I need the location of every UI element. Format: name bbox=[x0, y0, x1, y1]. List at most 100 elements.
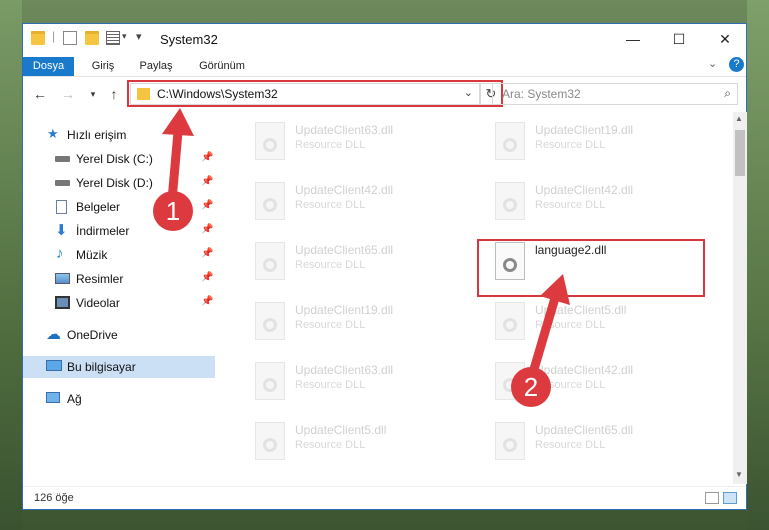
sidebar-item-local-disk-c[interactable]: Yerel Disk (C:) 📌 bbox=[23, 148, 215, 170]
tab-home[interactable]: Giriş bbox=[81, 57, 125, 76]
file-description: Resource DLL bbox=[295, 259, 366, 271]
pin-icon[interactable]: 📌 bbox=[201, 224, 213, 235]
sidebar-item-label: Müzik bbox=[76, 248, 108, 262]
tab-share[interactable]: Paylaş bbox=[131, 57, 181, 76]
dll-file-icon bbox=[255, 182, 285, 220]
pin-icon[interactable]: 📌 bbox=[201, 296, 213, 307]
file-name: UpdateClient42.dll bbox=[295, 183, 394, 197]
scrollbar-thumb[interactable] bbox=[735, 130, 745, 176]
file-list: UpdateClient63.dll Resource DLL UpdateCl… bbox=[219, 112, 733, 484]
sidebar-item-this-pc[interactable]: Bu bilgisayar bbox=[23, 356, 215, 378]
ribbon-tabs: Dosya Giriş Paylaş Görünüm ⌄ ? bbox=[23, 54, 746, 76]
file-item[interactable]: UpdateClient42.dll Resource DLL bbox=[485, 178, 705, 224]
documents-icon bbox=[56, 200, 67, 214]
music-icon: ♪ bbox=[56, 245, 64, 262]
tab-file[interactable]: Dosya bbox=[23, 57, 74, 76]
scroll-down-icon[interactable]: ▼ bbox=[735, 470, 743, 479]
separator: | bbox=[52, 29, 56, 43]
sidebar-item-label: Ağ bbox=[67, 392, 82, 406]
network-icon bbox=[46, 392, 60, 403]
file-description: Resource DLL bbox=[295, 319, 366, 331]
customize-toolbar-icon[interactable]: ▾ bbox=[136, 30, 142, 43]
maximize-button[interactable]: ☐ bbox=[656, 24, 702, 54]
pin-icon[interactable]: 📌 bbox=[201, 272, 213, 283]
callout-2: 2 bbox=[511, 367, 551, 407]
dll-file-icon bbox=[495, 182, 525, 220]
close-button[interactable]: ✕ bbox=[702, 24, 748, 54]
file-name: UpdateClient19.dll bbox=[535, 123, 634, 137]
file-name: UpdateClient19.dll bbox=[295, 303, 394, 317]
properties-icon[interactable] bbox=[63, 31, 77, 45]
sidebar-item-music[interactable]: ♪ Müzik 📌 bbox=[23, 244, 215, 266]
sidebar-item-quick-access[interactable]: ★ Hızlı erişim bbox=[23, 124, 215, 146]
dll-file-icon bbox=[495, 122, 525, 160]
vertical-scrollbar[interactable]: ▲ ▼ bbox=[733, 112, 747, 484]
pin-icon[interactable]: 📌 bbox=[201, 176, 213, 187]
file-name: UpdateClient63.dll bbox=[295, 363, 394, 377]
minimize-button[interactable]: — bbox=[610, 24, 656, 54]
sidebar-item-label: Bu bilgisayar bbox=[67, 360, 136, 374]
sidebar-item-network[interactable]: Ağ bbox=[23, 388, 215, 410]
sidebar-item-label: Belgeler bbox=[76, 200, 121, 214]
up-button[interactable]: ↑ bbox=[104, 85, 124, 103]
search-icon: ⌕ bbox=[724, 86, 731, 100]
title-bar: | ▾ ▾ System32 — ☐ ✕ bbox=[23, 24, 746, 54]
cloud-icon: ☁ bbox=[46, 326, 61, 343]
pin-icon[interactable]: 📌 bbox=[201, 248, 213, 259]
search-input[interactable]: Ara: System32 ⌕ bbox=[492, 83, 738, 105]
sidebar-item-label: Yerel Disk (D:) bbox=[76, 176, 153, 190]
file-item[interactable]: UpdateClient65.dll Resource DLL bbox=[485, 418, 705, 464]
computer-icon bbox=[46, 360, 62, 371]
pin-icon[interactable]: 📌 bbox=[201, 152, 213, 163]
drive-icon bbox=[55, 180, 70, 186]
file-description: Resource DLL bbox=[535, 319, 606, 331]
file-item[interactable]: UpdateClient19.dll Resource DLL bbox=[245, 298, 465, 344]
expand-ribbon-icon[interactable]: ⌄ bbox=[708, 57, 717, 70]
pin-icon[interactable]: 📌 bbox=[201, 200, 213, 211]
sidebar-item-pictures[interactable]: Resimler 📌 bbox=[23, 268, 215, 290]
file-description: Resource DLL bbox=[295, 379, 366, 391]
chevron-down-icon[interactable]: ▾ bbox=[122, 31, 127, 42]
tab-view[interactable]: Görünüm bbox=[191, 57, 253, 76]
file-item[interactable]: UpdateClient19.dll Resource DLL bbox=[485, 118, 705, 164]
file-item[interactable]: UpdateClient5.dll Resource DLL bbox=[245, 418, 465, 464]
file-description: Resource DLL bbox=[535, 199, 606, 211]
recent-locations-icon[interactable]: ▾ bbox=[83, 85, 103, 103]
file-item[interactable]: UpdateClient63.dll Resource DLL bbox=[245, 358, 465, 404]
file-name: UpdateClient65.dll bbox=[535, 423, 634, 437]
sidebar-item-label: İndirmeler bbox=[76, 224, 130, 238]
file-item[interactable]: UpdateClient5.dll Resource DLL bbox=[485, 298, 705, 344]
sidebar-item-label: Hızlı erişim bbox=[67, 128, 127, 142]
sidebar-item-label: Videolar bbox=[76, 296, 120, 310]
large-icons-view-icon[interactable] bbox=[723, 492, 737, 504]
back-button[interactable]: ← bbox=[30, 85, 50, 103]
file-highlight-box bbox=[477, 239, 705, 297]
dll-file-icon bbox=[255, 122, 285, 160]
navigation-pane: ★ Hızlı erişim Yerel Disk (C:) 📌 Yerel D… bbox=[23, 112, 215, 484]
desktop-background-right bbox=[747, 0, 769, 530]
file-item[interactable]: UpdateClient63.dll Resource DLL bbox=[245, 118, 465, 164]
file-description: Resource DLL bbox=[535, 139, 606, 151]
sidebar-item-onedrive[interactable]: ☁ OneDrive bbox=[23, 324, 215, 346]
file-item[interactable]: UpdateClient65.dll Resource DLL bbox=[245, 238, 465, 284]
file-description: Resource DLL bbox=[535, 439, 606, 451]
dll-file-icon bbox=[495, 422, 525, 460]
forward-button[interactable]: → bbox=[58, 85, 78, 103]
download-icon: ⬇ bbox=[55, 222, 68, 239]
view-options-icon[interactable] bbox=[106, 31, 120, 45]
file-name: UpdateClient42.dll bbox=[535, 363, 634, 377]
new-folder-icon[interactable] bbox=[85, 31, 99, 45]
star-icon: ★ bbox=[47, 126, 59, 141]
scroll-up-icon[interactable]: ▲ bbox=[735, 114, 743, 123]
address-highlight-box bbox=[127, 80, 503, 107]
dll-file-icon bbox=[255, 302, 285, 340]
sidebar-item-label: Yerel Disk (C:) bbox=[76, 152, 153, 166]
file-description: Resource DLL bbox=[295, 199, 366, 211]
file-item[interactable]: UpdateClient42.dll Resource DLL bbox=[245, 178, 465, 224]
sidebar-item-videos[interactable]: Videolar 📌 bbox=[23, 292, 215, 314]
sidebar-item-local-disk-d[interactable]: Yerel Disk (D:) 📌 bbox=[23, 172, 215, 194]
dll-file-icon bbox=[255, 422, 285, 460]
details-view-icon[interactable] bbox=[705, 492, 719, 504]
drive-icon bbox=[55, 156, 70, 162]
help-icon[interactable]: ? bbox=[729, 57, 744, 72]
